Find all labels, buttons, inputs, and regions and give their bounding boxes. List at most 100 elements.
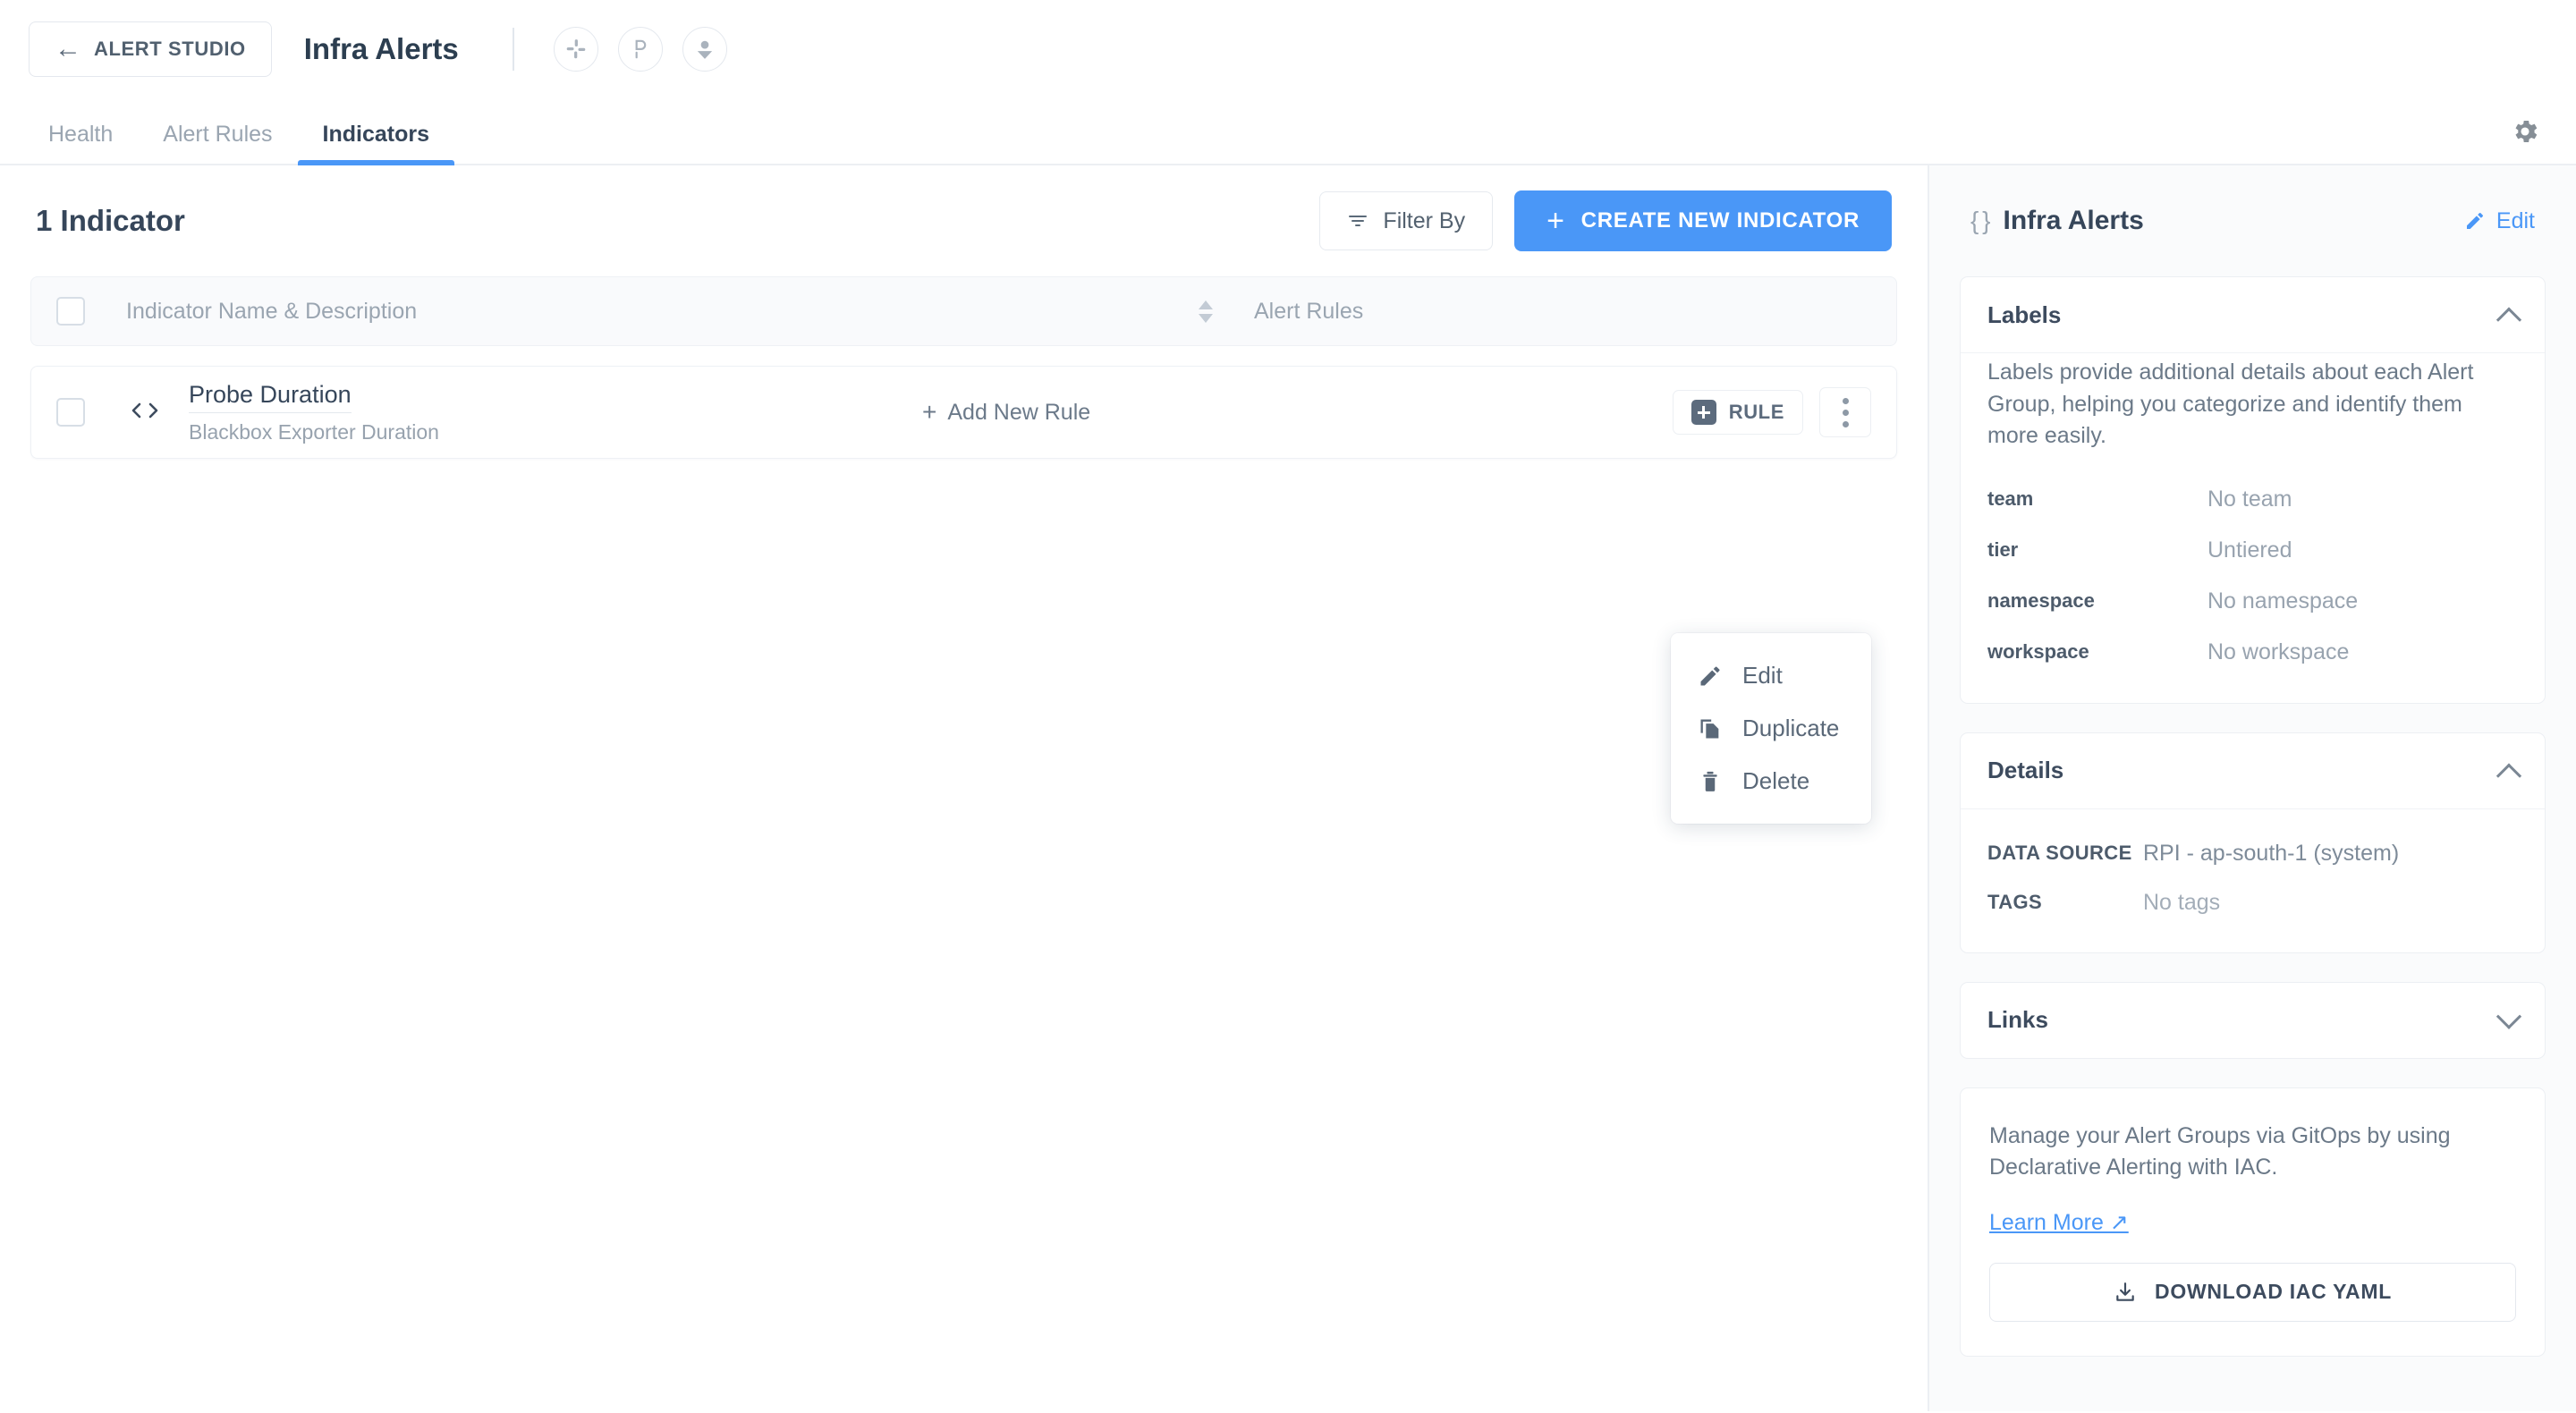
detail-row: DATA SOURCE RPI - ap-south-1 (system)	[1987, 829, 2518, 878]
context-menu-item-delete[interactable]: Delete	[1671, 755, 1871, 808]
context-menu-item-edit[interactable]: Edit	[1671, 649, 1871, 702]
add-new-rule-button[interactable]: + Add New Rule	[922, 400, 1090, 426]
sidebar-edit-button[interactable]: Edit	[2464, 208, 2535, 234]
rule-badge-label: RULE	[1728, 401, 1784, 423]
kebab-dot	[1842, 420, 1849, 427]
details-sidebar: { } Infra Alerts Edit Labels Labels prov…	[1928, 165, 2576, 1411]
context-menu-label: Duplicate	[1742, 715, 1840, 741]
filter-by-label: Filter By	[1383, 207, 1466, 233]
tab-indicators[interactable]: Indicators	[297, 122, 455, 165]
sidebar-title: Infra Alerts	[2003, 206, 2144, 235]
label-key: tier	[1987, 538, 2019, 561]
create-new-indicator-label: CREATE NEW INDICATOR	[1580, 208, 1860, 233]
context-menu-label: Delete	[1742, 767, 1810, 794]
slack-icon-button[interactable]	[553, 27, 598, 72]
detail-key: DATA SOURCE	[1987, 842, 2132, 864]
column-header-name: Indicator Name & Description	[126, 298, 418, 324]
table-header: Indicator Name & Description Alert Rules	[30, 276, 1897, 346]
detail-key: TAGS	[1987, 891, 2043, 913]
settings-gear-button[interactable]	[2510, 116, 2540, 164]
iac-card: Manage your Alert Groups via GitOps by u…	[1960, 1087, 2546, 1357]
details-card-header[interactable]: Details	[1961, 733, 2545, 808]
detail-row: TAGS No tags	[1987, 878, 2518, 927]
label-key: team	[1987, 487, 2034, 510]
row-checkbox[interactable]	[56, 398, 85, 427]
tab-health[interactable]: Health	[23, 122, 138, 164]
label-row: namespace No namespace	[1987, 576, 2518, 627]
user-icon-button[interactable]	[682, 27, 727, 72]
label-value: No namespace	[2207, 588, 2359, 613]
main-toolbar: 1 Indicator Filter By + CREATE NEW INDIC…	[30, 165, 1897, 276]
create-new-indicator-button[interactable]: + CREATE NEW INDICATOR	[1514, 190, 1892, 251]
chevron-down-icon	[2496, 1003, 2522, 1029]
detail-value: No tags	[2143, 889, 2221, 915]
links-card-title: Links	[1987, 1006, 2048, 1033]
main-toolbar-actions: Filter By + CREATE NEW INDICATOR	[1319, 190, 1892, 251]
main-content: 1 Indicator Filter By + CREATE NEW INDIC…	[0, 165, 1928, 1411]
tab-alert-rules[interactable]: Alert Rules	[138, 122, 297, 164]
chevron-up-icon	[2496, 763, 2522, 789]
label-value: No workspace	[2207, 639, 2350, 664]
detail-value: RPI - ap-south-1 (system)	[2143, 840, 2400, 866]
table-row[interactable]: Probe Duration Blackbox Exporter Duratio…	[30, 366, 1897, 459]
sort-desc-icon	[1199, 313, 1213, 323]
label-row: team No team	[1987, 474, 2518, 525]
indicator-description: Blackbox Exporter Duration	[189, 419, 439, 444]
indicator-count: 1 Indicator	[36, 204, 185, 237]
label-value: No team	[2207, 486, 2292, 512]
filter-by-button[interactable]: Filter By	[1319, 191, 1494, 250]
label-value: Untiered	[2207, 537, 2292, 563]
iac-description: Manage your Alert Groups via GitOps by u…	[1989, 1122, 2451, 1180]
labels-card-body: Labels provide additional details about …	[1961, 353, 2545, 703]
label-row: workspace No workspace	[1987, 627, 2518, 678]
braces-icon: { }	[1970, 207, 1991, 234]
tab-list: Health Alert Rules Indicators	[23, 122, 455, 165]
back-to-alert-studio-button[interactable]: ← ALERT STUDIO	[29, 21, 272, 77]
download-iac-yaml-button[interactable]: DOWNLOAD IAC YAML	[1989, 1262, 2516, 1322]
sidebar-header: { } Infra Alerts Edit	[1960, 165, 2546, 276]
copy-icon	[1700, 719, 1719, 738]
pencil-icon	[1700, 666, 1720, 685]
plus-icon: +	[922, 398, 937, 426]
sort-toggle[interactable]	[1199, 300, 1213, 323]
links-card: Links	[1960, 981, 2546, 1059]
indicator-name: Probe Duration	[189, 381, 352, 413]
rule-badge[interactable]: RULE	[1672, 390, 1803, 435]
download-icon	[2116, 1282, 2134, 1301]
chevron-up-icon	[2496, 307, 2522, 333]
back-button-label: ALERT STUDIO	[94, 38, 246, 60]
labels-card-title: Labels	[1987, 300, 2062, 328]
integration-icons	[553, 27, 727, 72]
kebab-dot	[1842, 397, 1849, 404]
labels-card-header[interactable]: Labels	[1961, 277, 2545, 352]
trash-icon	[1703, 771, 1717, 791]
download-iac-yaml-label: DOWNLOAD IAC YAML	[2155, 1280, 2392, 1303]
code-icon	[126, 397, 164, 428]
kebab-dot	[1842, 409, 1849, 416]
user-icon	[697, 40, 712, 59]
details-card: Details DATA SOURCE RPI - ap-south-1 (sy…	[1960, 732, 2546, 953]
tab-bar: Health Alert Rules Indicators	[0, 98, 2576, 165]
context-menu-label: Edit	[1742, 662, 1783, 689]
page-title: Infra Alerts	[303, 32, 459, 65]
row-actions: RULE	[1672, 387, 1871, 437]
gear-icon	[2515, 120, 2538, 143]
plus-square-icon	[1690, 400, 1716, 425]
sort-asc-icon	[1199, 300, 1213, 309]
pagerduty-icon-button[interactable]	[617, 27, 663, 72]
links-card-header[interactable]: Links	[1961, 983, 2545, 1058]
slack-icon	[566, 39, 586, 59]
learn-more-link[interactable]: Learn More ↗	[1989, 1209, 2129, 1236]
sidebar-edit-label: Edit	[2496, 207, 2535, 233]
filter-icon	[1349, 216, 1368, 226]
context-menu-item-duplicate[interactable]: Duplicate	[1671, 702, 1871, 755]
details-card-title: Details	[1987, 757, 2064, 783]
label-key: namespace	[1987, 589, 2095, 612]
labels-card: Labels Labels provide additional details…	[1960, 276, 2546, 704]
row-more-options-button[interactable]	[1819, 387, 1871, 437]
select-all-checkbox[interactable]	[56, 297, 85, 326]
column-header-alert-rules: Alert Rules	[1254, 298, 1364, 324]
label-key: workspace	[1987, 640, 2089, 663]
plus-icon: +	[1546, 204, 1565, 238]
header-divider	[512, 28, 514, 71]
